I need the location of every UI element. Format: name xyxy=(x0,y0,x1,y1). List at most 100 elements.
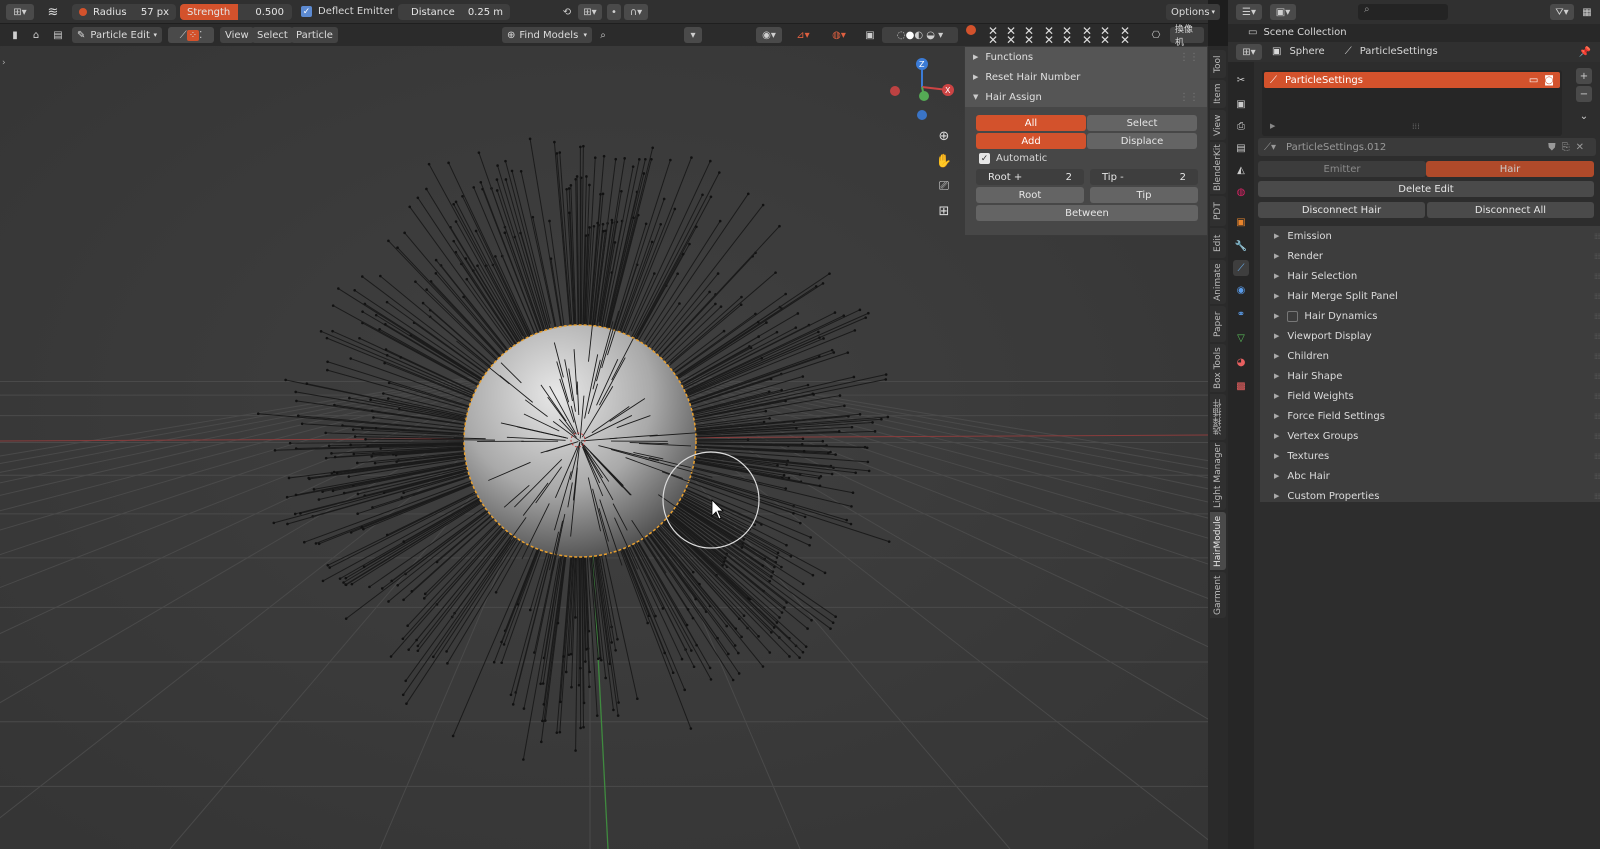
xray-icon[interactable]: ▣ xyxy=(862,27,878,43)
proportional-edit-icon[interactable]: • xyxy=(607,4,621,20)
section-textures[interactable]: ▶ Textures ⁞⁞⁞⁞ xyxy=(1266,446,1600,466)
tab-paper[interactable]: Paper xyxy=(1210,306,1226,342)
particle-list-item[interactable]: ⟋ ParticleSettings ▭ ◙ xyxy=(1264,72,1560,88)
delete-edit-button[interactable]: Delete Edit xyxy=(1258,181,1594,197)
tab-select-plugin[interactable]: 选择插件 xyxy=(1210,394,1226,440)
options-dropdown[interactable]: Options ▾ xyxy=(1166,4,1220,20)
camera-view-icon[interactable]: ⎚ xyxy=(935,174,953,199)
section-field-weights[interactable]: ▶ Field Weights ⁞⁞⁞⁞ xyxy=(1266,386,1600,406)
snap-icon[interactable]: ⟲ xyxy=(560,4,574,20)
particles-tab-icon[interactable]: ⟋ xyxy=(1233,260,1249,276)
tab-box-tools[interactable]: Box Tools xyxy=(1210,344,1226,392)
record-icon[interactable] xyxy=(966,25,976,35)
object-tab-icon[interactable]: ▣ xyxy=(1233,214,1249,230)
root-plus-field[interactable]: Root + 2 xyxy=(976,169,1084,185)
falloff-curve-icon[interactable]: ∩▾ xyxy=(624,4,648,20)
section-hair-dynamics[interactable]: ▶ Hair Dynamics ⁞⁞⁞⁞ xyxy=(1266,306,1600,326)
x-icon[interactable]: ✕ xyxy=(1044,33,1054,47)
emitter-type-button[interactable]: Emitter xyxy=(1258,161,1426,177)
editor-type-icon[interactable]: ⊞▾ xyxy=(6,4,34,20)
new-collection-icon[interactable]: ▦ xyxy=(1580,4,1594,20)
tab-pdt[interactable]: PDT xyxy=(1210,196,1226,226)
physics-tab-icon[interactable]: ◉ xyxy=(1233,282,1249,298)
mode-dropdown[interactable]: ✎ Particle Edit ▾ xyxy=(72,27,162,43)
scene-icon[interactable]: ▤ xyxy=(50,27,66,43)
ortho-grid-icon[interactable]: ⊞ xyxy=(935,199,953,224)
functions-panel-header[interactable]: ▶ Functions ⋮⋮ xyxy=(965,47,1207,67)
select-button[interactable]: Select xyxy=(1087,115,1197,131)
distance-field[interactable]: Distance 0.25 m xyxy=(398,4,510,20)
pan-hand-icon[interactable]: ✋ xyxy=(935,149,953,174)
add-object-icon[interactable]: ⌂ xyxy=(28,27,44,43)
tab-tool[interactable]: Tool xyxy=(1210,50,1226,78)
automatic-checkbox[interactable]: ✓ Automatic xyxy=(979,153,1047,164)
world-tab-icon[interactable]: ◍ xyxy=(1233,184,1249,200)
tab-view[interactable]: View xyxy=(1210,110,1226,140)
filter-icon[interactable]: ⛛▾ xyxy=(1550,4,1574,20)
root-button[interactable]: Root xyxy=(976,187,1084,203)
hair-type-button[interactable]: Hair xyxy=(1426,161,1594,177)
tip-button[interactable]: Tip xyxy=(1090,187,1198,203)
tab-edit[interactable]: Edit xyxy=(1210,228,1226,258)
x-icon[interactable]: ✕ xyxy=(1062,33,1072,47)
list-expand-icon[interactable]: ▶ xyxy=(1270,122,1275,130)
x-icon[interactable]: ✕ xyxy=(1100,33,1110,47)
visibility-icon[interactable]: ◉▾ xyxy=(756,27,782,43)
camera-switch-button[interactable]: 換像机 xyxy=(1170,25,1204,48)
all-button[interactable]: All xyxy=(976,115,1086,131)
search-options-icon[interactable]: ▾ xyxy=(684,27,702,43)
displace-button[interactable]: Displace xyxy=(1087,133,1197,149)
tab-blenderkit[interactable]: BlenderKit xyxy=(1210,142,1226,194)
modifier-tab-icon[interactable]: 🔧 xyxy=(1233,238,1249,254)
tab-item[interactable]: Item xyxy=(1210,80,1226,108)
hair-assign-header[interactable]: ▼ Hair Assign ⋮⋮ xyxy=(965,87,1207,107)
tab-hairmodule[interactable]: HairModule xyxy=(1210,512,1226,570)
gizmo-toggle-icon[interactable]: ⊿▾ xyxy=(788,27,818,43)
section-custom-properties[interactable]: ▶ Custom Properties ⁞⁞⁞⁞ xyxy=(1266,486,1600,506)
particles-browse-icon[interactable]: ⟋▾ xyxy=(1264,142,1276,153)
section-hair-selection[interactable]: ▶ Hair Selection ⁞⁞⁞⁞ xyxy=(1266,266,1600,286)
add-button[interactable]: Add xyxy=(976,133,1086,149)
data-tab-icon[interactable]: ▽ xyxy=(1233,330,1249,346)
constraints-tab-icon[interactable]: ⚭ xyxy=(1233,306,1249,322)
search-icon[interactable]: ⌕ xyxy=(596,27,610,43)
find-models-dropdown[interactable]: ⊕ Find Models ▾ xyxy=(502,27,592,43)
deflect-emitter-checkbox[interactable]: ✓ Deflect Emitter xyxy=(301,6,394,17)
camera-icon[interactable]: ⎔ xyxy=(1148,27,1164,43)
tab-animate[interactable]: Animate xyxy=(1210,260,1226,304)
section-children[interactable]: ▶ Children ⁞⁞⁞⁞ xyxy=(1266,346,1600,366)
tab-light-manager[interactable]: Light Manager xyxy=(1210,442,1226,510)
x-icon[interactable]: ✕ xyxy=(1082,33,1092,47)
tip-minus-field[interactable]: Tip - 2 xyxy=(1090,169,1198,185)
strength-field[interactable]: Strength 0.500 xyxy=(180,4,292,20)
disconnect-hair-button[interactable]: Disconnect Hair xyxy=(1258,202,1425,218)
menu-view[interactable]: View xyxy=(220,27,254,43)
x-icon[interactable]: ✕ xyxy=(1024,33,1034,47)
shading-modes[interactable]: ◌ ● ◐ ◒ ▾ xyxy=(882,27,958,43)
tool-tab-icon[interactable]: ✂ xyxy=(1233,72,1249,88)
section-abc-hair[interactable]: ▶ Abc Hair ⁞⁞⁞⁞ xyxy=(1266,466,1600,486)
material-tab-icon[interactable]: ◕ xyxy=(1233,354,1249,370)
outliner-search-input[interactable]: ⌕ xyxy=(1358,4,1448,20)
properties-editor-icon[interactable]: ⊞▾ xyxy=(1236,44,1262,60)
texture-tab-icon[interactable]: ▩ xyxy=(1233,378,1249,394)
viewport-toggle-icon[interactable]: ▭ xyxy=(1529,75,1538,86)
navigation-gizmo[interactable]: Z X xyxy=(884,52,960,122)
scene-tab-icon[interactable]: ◭ xyxy=(1233,162,1249,178)
remove-slot-icon[interactable]: − xyxy=(1576,86,1592,102)
transform-pivot-icon[interactable]: ⊞▾ xyxy=(578,4,602,20)
section-force-field[interactable]: ▶ Force Field Settings ⁞⁞⁞⁞ xyxy=(1266,406,1600,426)
output-tab-icon[interactable]: ⎙ xyxy=(1233,118,1249,134)
particle-system-list[interactable]: ⟋ ParticleSettings ▭ ◙ ▶ ⁞⁞⁞ xyxy=(1262,70,1562,136)
section-hair-merge-split[interactable]: ▶ Hair Merge Split Panel ⁞⁞⁞⁞ xyxy=(1266,286,1600,306)
datablock-selector[interactable]: ⟋▾ ParticleSettings.012 ⛊⎘✕ xyxy=(1258,138,1596,156)
add-slot-icon[interactable]: + xyxy=(1576,68,1592,84)
section-viewport-display[interactable]: ▶ Viewport Display ⁞⁞⁞⁞ xyxy=(1266,326,1600,346)
select-mode-icons[interactable]: ⟋ ⁘ ⁚ xyxy=(168,27,214,43)
bookmark-icon[interactable]: ▮ xyxy=(8,27,22,43)
between-button[interactable]: Between xyxy=(976,205,1198,221)
list-resize-handle[interactable]: ⁞⁞⁞ xyxy=(1412,122,1420,131)
section-hair-shape[interactable]: ▶ Hair Shape ⁞⁞⁞⁞ xyxy=(1266,366,1600,386)
zoom-icon[interactable]: ⊕ xyxy=(935,124,953,149)
slot-menu-icon[interactable]: ⌄ xyxy=(1576,108,1592,124)
